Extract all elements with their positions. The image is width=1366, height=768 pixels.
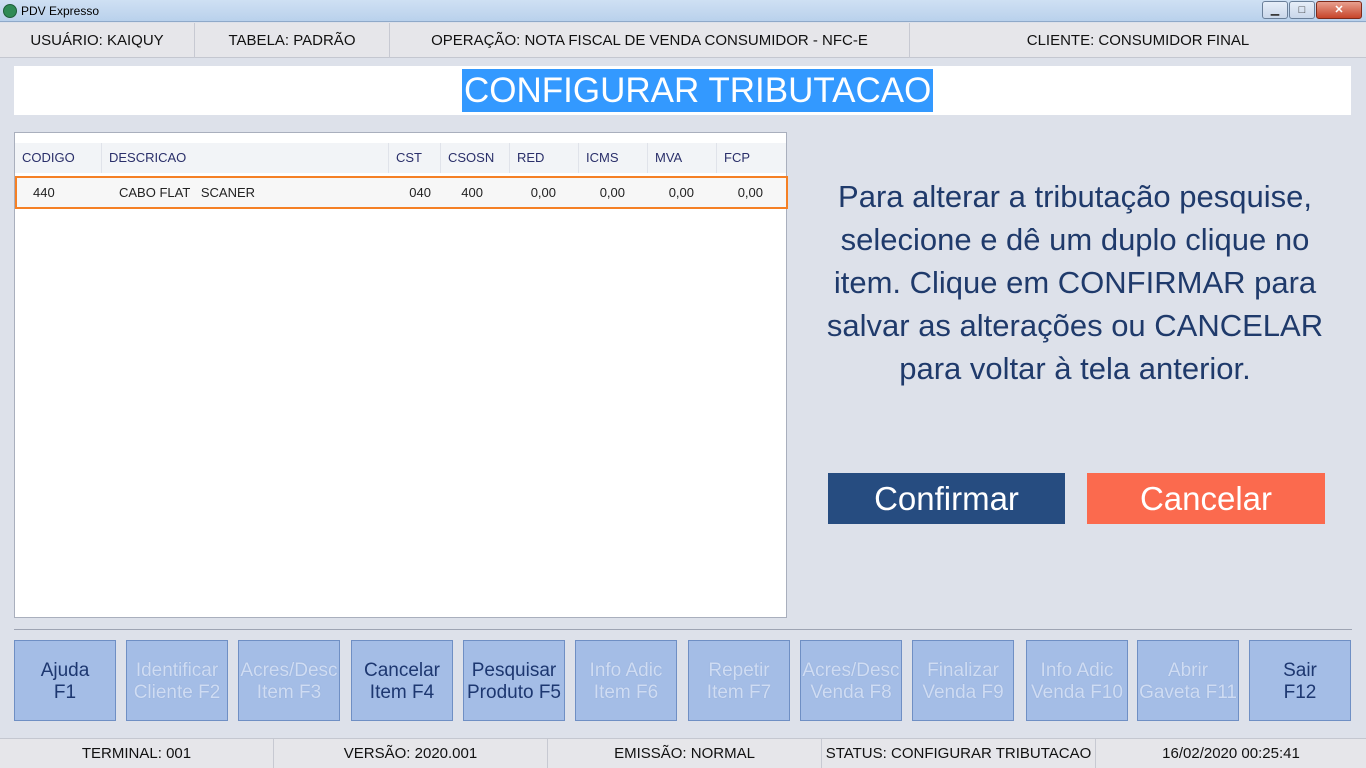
fkey-label: Info Adic [589,660,663,681]
fkey-shortcut: Venda F8 [810,682,892,703]
operation-info: OPERAÇÃO: NOTA FISCAL DE VENDA CONSUMIDO… [390,23,910,58]
sale-surcharge-discount-f8-button[interactable]: Acres/Desc Venda F8 [800,640,902,721]
repeat-item-f7-button[interactable]: Repetir Item F7 [688,640,790,721]
column-header[interactable]: ICMS [579,143,648,173]
fkey-label: Abrir [1167,660,1209,681]
cell-mva: 0,00 [668,185,694,200]
table-row[interactable]: 440 CABO FLAT SCANER 040 400 0,00 0,00 0… [15,176,788,209]
version-status: VERSÃO: 2020.001 [274,739,548,768]
cell-codigo: 440 [33,185,55,200]
fkey-shortcut: Venda F9 [922,682,1004,703]
item-additional-info-f6-button[interactable]: Info Adic Item F6 [575,640,677,721]
fkey-shortcut: F12 [1283,682,1317,703]
app-icon [3,4,17,18]
column-header[interactable]: FCP [717,143,786,173]
fkey-label: Cancelar [363,660,441,681]
fkey-label: Acres/Desc [802,660,900,681]
instruction-text: Para alterar a tributação pesquise, sele… [826,179,1324,386]
fkey-shortcut: Venda F10 [1031,682,1123,703]
fkey-shortcut: F1 [53,682,77,703]
divider [14,629,1352,630]
page-header: CONFIGURAR TRIBUTACAO [14,66,1351,115]
column-header[interactable]: CODIGO [15,143,102,173]
fkey-label: Pesquisar [471,660,557,681]
fkey-label: Repetir [708,660,770,681]
item-surcharge-discount-f3-button[interactable]: Acres/Desc Item F3 [238,640,340,721]
terminal-status: TERMINAL: 001 [0,739,274,768]
cell-fcp: 0,00 [737,185,763,200]
open-drawer-f11-button[interactable]: Abrir Gaveta F11 [1137,640,1239,721]
identify-client-f2-button[interactable]: Identificar Cliente F2 [126,640,228,721]
column-header[interactable]: RED [510,143,579,173]
fkey-shortcut: Gaveta F11 [1139,682,1237,703]
fkey-label: Info Adic [1040,660,1114,681]
column-header[interactable]: DESCRICAO [102,143,389,173]
search-product-f5-button[interactable]: Pesquisar Produto F5 [463,640,565,721]
fkey-label: Ajuda [40,660,90,681]
sale-additional-info-f10-button[interactable]: Info Adic Venda F10 [1026,640,1128,721]
fkey-shortcut: Item F4 [369,682,435,703]
table-info: TABELA: PADRÃO [195,23,390,58]
status-bar: TERMINAL: 001 VERSÃO: 2020.001 EMISSÃO: … [0,738,1366,768]
session-info-bar: USUÁRIO: KAIQUY TABELA: PADRÃO OPERAÇÃO:… [0,23,1366,58]
fkey-shortcut: Item F7 [706,682,772,703]
help-f1-button[interactable]: Ajuda F1 [14,640,116,721]
cancel-button[interactable]: Cancelar [1087,473,1325,524]
tax-items-table[interactable]: CODIGO DESCRICAO CST CSOSN RED ICMS MVA … [14,132,788,618]
exit-f12-button[interactable]: Sair F12 [1249,640,1351,721]
fkey-shortcut: Cliente F2 [133,682,221,703]
user-info: USUÁRIO: KAIQUY [0,23,195,58]
screen-status: STATUS: CONFIGURAR TRIBUTACAO [822,739,1096,768]
fkey-shortcut: Item F3 [256,682,322,703]
page-title: CONFIGURAR TRIBUTACAO [462,69,934,112]
finish-sale-f9-button[interactable]: Finalizar Venda F9 [912,640,1014,721]
cell-cst: 040 [409,185,431,200]
column-header[interactable]: CSOSN [441,143,510,173]
fkey-label: Acres/Desc [240,660,338,681]
window-title: PDV Expresso [21,4,100,18]
cell-csosn: 400 [461,185,483,200]
maximize-button[interactable]: □ [1289,1,1315,19]
fkey-label: Identificar [135,660,219,681]
column-header[interactable]: CST [389,143,441,173]
cell-descricao: CABO FLAT SCANER [119,185,256,200]
column-header[interactable]: MVA [648,143,717,173]
window-titlebar: PDV Expresso ▁ □ ✕ [0,0,1366,22]
client-info: CLIENTE: CONSUMIDOR FINAL [1026,32,1250,49]
cancel-item-f4-button[interactable]: Cancelar Item F4 [351,640,453,721]
minimize-button[interactable]: ▁ [1262,1,1288,19]
table-header: CODIGO DESCRICAO CST CSOSN RED ICMS MVA … [15,143,786,173]
datetime-status: 16/02/2020 00:25:41 [1162,745,1300,762]
cell-red: 0,00 [530,185,556,200]
close-button[interactable]: ✕ [1316,1,1362,19]
fkey-shortcut: Produto F5 [467,682,561,703]
cell-icms: 0,00 [599,185,625,200]
confirm-button[interactable]: Confirmar [828,473,1065,524]
fkey-label: Sair [1283,660,1317,681]
emission-status: EMISSÃO: NORMAL [548,739,822,768]
fkey-label: Finalizar [927,660,999,681]
fkey-shortcut: Item F6 [593,682,659,703]
